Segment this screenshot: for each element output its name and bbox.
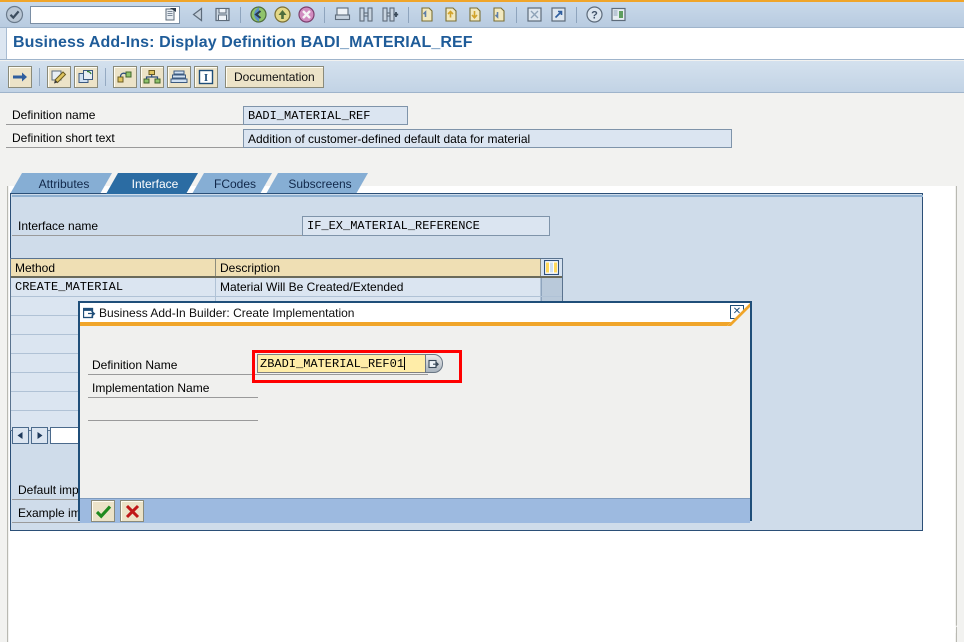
title-band-edge [0, 28, 7, 59]
tab-strip: Attributes Interface FCodes Subscreens [10, 172, 362, 194]
find-next-icon[interactable] [380, 4, 401, 25]
dialog-filler-underline [88, 401, 258, 421]
scroll-left-icon[interactable] [12, 427, 29, 444]
toolbar-separator [516, 6, 517, 23]
content-left-edge [0, 186, 8, 642]
sap-gui-window: ? Business Add-Ins: Display Definition B… [0, 0, 964, 642]
command-dropdown-icon[interactable] [164, 7, 177, 22]
text-caret [404, 357, 406, 370]
exit-icon[interactable] [272, 4, 293, 25]
methods-table-header: Method Description [11, 259, 562, 278]
dialog-window-icon [82, 306, 96, 320]
table-row[interactable]: CREATE_MATERIAL Material Will Be Created… [11, 278, 562, 297]
page-title: Business Add-Ins: Display Definition BAD… [13, 34, 473, 51]
tab-interface-label: Interface [131, 176, 179, 191]
documentation-button[interactable]: Documentation [225, 65, 324, 88]
toolbar-separator [324, 6, 325, 23]
definition-short-text-value: Addition of customer-defined default dat… [243, 129, 732, 148]
info-icon[interactable]: I [194, 65, 218, 88]
find-icon[interactable] [356, 4, 377, 25]
dialog-title-bar[interactable]: Business Add-In Builder: Create Implemen… [80, 303, 750, 322]
interface-name-row: Interface name IF_EX_MATERIAL_REFERENCE [12, 215, 560, 237]
back-arrow-icon[interactable] [188, 4, 209, 25]
network-icon[interactable] [167, 65, 191, 88]
definition-name-row: Definition name BADI_MATERIAL_REF [6, 104, 746, 125]
cell-description: Material Will Be Created/Extended [216, 278, 541, 296]
edit-pencil-icon[interactable] [47, 65, 71, 88]
new-session-icon[interactable] [524, 4, 545, 25]
toolbar-separator [576, 6, 577, 23]
definition-short-text-row: Definition short text Addition of custom… [6, 127, 746, 148]
dialog-implementation-name-row: Implementation Name [88, 378, 258, 398]
command-field[interactable] [30, 5, 180, 24]
copy-icon[interactable] [74, 65, 98, 88]
dialog-title: Business Add-In Builder: Create Implemen… [99, 305, 355, 320]
back-icon[interactable] [248, 4, 269, 25]
interface-name-label: Interface name [12, 216, 302, 236]
previous-page-icon[interactable] [440, 4, 461, 25]
toolbar-separator [39, 67, 40, 86]
scroll-right-icon[interactable] [31, 427, 48, 444]
tab-attributes[interactable]: Attributes [10, 173, 112, 194]
implementation-name-input[interactable]: ZBADI_MATERIAL_REF01 [257, 354, 429, 373]
panel-top-highlight [12, 195, 923, 197]
documentation-label: Documentation [234, 69, 315, 84]
where-used-icon[interactable] [113, 65, 137, 88]
column-settings-icon[interactable] [541, 259, 562, 276]
column-header-method[interactable]: Method [11, 259, 216, 276]
last-page-icon[interactable] [488, 4, 509, 25]
cancel-icon[interactable] [296, 4, 317, 25]
toolbar-separator [240, 6, 241, 23]
interface-name-value: IF_EX_MATERIAL_REFERENCE [302, 216, 550, 236]
green-check-icon[interactable] [91, 500, 115, 522]
tab-fcodes-label: FCodes [213, 176, 257, 191]
print-icon[interactable] [332, 4, 353, 25]
command-input[interactable] [31, 7, 163, 22]
definition-short-text-label: Definition short text [6, 128, 243, 148]
customize-layout-icon[interactable] [608, 4, 629, 25]
tab-fcodes[interactable]: FCodes [192, 173, 272, 194]
implementation-name-value: ZBADI_MATERIAL_REF01 [260, 356, 405, 371]
svg-text:?: ? [591, 10, 598, 22]
toolbar-separator [105, 67, 106, 86]
first-page-icon[interactable] [416, 4, 437, 25]
help-icon[interactable]: ? [584, 4, 605, 25]
dialog-underline-spacer [88, 401, 258, 421]
application-toolbar: I Documentation [0, 61, 964, 93]
tab-attributes-label: Attributes [38, 176, 90, 191]
tab-interface[interactable]: Interface [106, 173, 198, 194]
red-cross-icon[interactable] [120, 500, 144, 522]
save-icon[interactable] [212, 4, 233, 25]
dialog-implementation-name-label: Implementation Name [88, 378, 258, 398]
definition-name-value: BADI_MATERIAL_REF [243, 106, 408, 125]
display-change-arrow-icon[interactable] [8, 65, 32, 88]
next-page-icon[interactable] [464, 4, 485, 25]
toolbar-separator [408, 6, 409, 23]
screen-title-band: Business Add-Ins: Display Definition BAD… [0, 27, 964, 60]
create-implementation-dialog: Business Add-In Builder: Create Implemen… [78, 301, 752, 523]
enter-check-icon[interactable] [4, 4, 25, 25]
svg-text:I: I [204, 72, 208, 84]
dialog-definition-name-label: Definition Name [88, 355, 258, 375]
hierarchy-icon[interactable] [140, 65, 164, 88]
column-header-description[interactable]: Description [216, 259, 541, 276]
cell-method: CREATE_MATERIAL [11, 278, 216, 296]
vertical-scrollbar-thumb[interactable] [541, 278, 562, 296]
content-right-edge [956, 186, 964, 642]
definition-name-label: Definition name [6, 105, 243, 125]
tab-subscreens-label: Subscreens [288, 176, 352, 191]
tab-subscreens[interactable]: Subscreens [266, 173, 368, 194]
value-help-icon[interactable] [425, 354, 443, 373]
dialog-footer [80, 498, 750, 523]
system-toolbar: ? [0, 0, 964, 27]
watermark: https://blog.csdn.net/stuforever [766, 620, 958, 636]
create-shortcut-icon[interactable] [548, 4, 569, 25]
